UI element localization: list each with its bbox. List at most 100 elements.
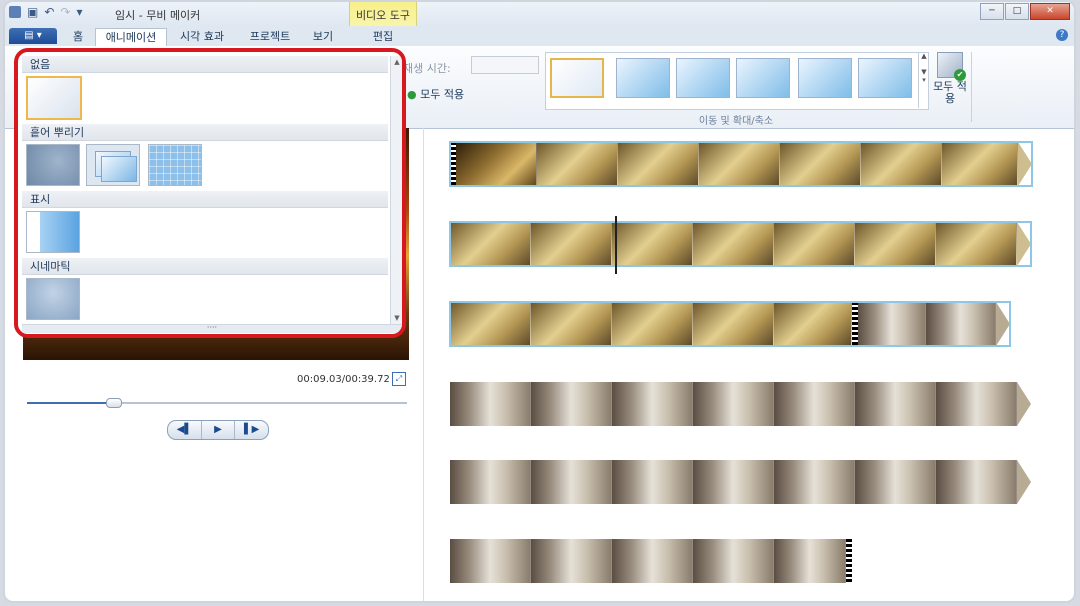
clip-frame bbox=[693, 302, 774, 346]
transition-mosaic-thumb[interactable] bbox=[148, 144, 202, 186]
clip-frame bbox=[936, 382, 1017, 426]
gallery-scroll[interactable]: ▲ ▼ ▾ bbox=[918, 52, 929, 108]
film-edge bbox=[846, 539, 852, 583]
clip-frame bbox=[537, 142, 618, 186]
section-header-scatter: 흩어 뿌리기 bbox=[22, 124, 388, 141]
clip-frame bbox=[531, 302, 612, 346]
clip-frame bbox=[774, 222, 855, 266]
transition-gallery-popup: 없음 흩어 뿌리기 표시 시네마틱 ▲ ▼ ···· bbox=[14, 48, 406, 338]
duration-combo[interactable] bbox=[471, 56, 539, 74]
group-separator bbox=[971, 52, 972, 122]
tab-project[interactable]: 프로젝트 bbox=[239, 28, 301, 46]
clip-frame bbox=[693, 460, 774, 504]
playback-time: 00:09.03/00:39.72 bbox=[297, 374, 390, 385]
ribbon-tabs: ▤ ▾ 홈 애니메이션 시각 효과 프로젝트 보기 편집 ? bbox=[5, 26, 1074, 47]
apply-all-transition-button[interactable]: ● 모두 적용 bbox=[407, 86, 464, 102]
title-bar: ▣ ↶ ↷ ▾ 임시 - 무비 메이커 비디오 도구 ─ □ ✕ bbox=[5, 2, 1074, 46]
apply-all-pan-zoom-button[interactable]: 모두 적용 bbox=[933, 52, 967, 105]
clip-frame bbox=[858, 302, 926, 346]
gallery-scrollbar[interactable]: ▲ ▼ bbox=[390, 56, 402, 324]
window-title: 임시 - 무비 메이커 bbox=[115, 9, 201, 22]
clip-frame bbox=[450, 539, 531, 583]
clip-frame bbox=[780, 142, 861, 186]
section-header-reveal: 표시 bbox=[22, 191, 388, 208]
tab-edit[interactable]: 편집 bbox=[353, 28, 413, 46]
storyboard-clip-row[interactable] bbox=[450, 539, 852, 583]
transition-stack-thumb[interactable] bbox=[86, 144, 140, 186]
clip-frame bbox=[774, 382, 855, 426]
clip-frame bbox=[450, 382, 531, 426]
clip-frame bbox=[612, 460, 693, 504]
clip-frame bbox=[693, 539, 774, 583]
tab-animations[interactable]: 애니메이션 bbox=[95, 28, 167, 47]
clip-frame bbox=[855, 222, 936, 266]
transition-cinematic-thumb[interactable] bbox=[26, 278, 80, 320]
clip-frame bbox=[612, 382, 693, 426]
previous-frame-button[interactable]: ◀▌ bbox=[168, 421, 202, 439]
file-menu-button[interactable]: ▤ ▾ bbox=[9, 28, 57, 44]
seek-bar[interactable] bbox=[27, 398, 407, 408]
clip-frame bbox=[855, 460, 936, 504]
transition-blur-thumb[interactable] bbox=[26, 144, 80, 186]
tab-view[interactable]: 보기 bbox=[303, 28, 343, 46]
qat-dropdown[interactable]: ▾ bbox=[76, 5, 82, 19]
duration-label: 재생 시간: bbox=[403, 62, 451, 75]
section-header-none: 없음 bbox=[22, 56, 388, 73]
seek-thumb[interactable] bbox=[106, 398, 123, 408]
save-icon[interactable]: ▣ bbox=[27, 5, 38, 19]
clip-frame bbox=[450, 302, 531, 346]
quick-access-toolbar: ▣ ↶ ↷ ▾ bbox=[9, 5, 83, 19]
clip-frame bbox=[936, 460, 1017, 504]
transition-none-thumb[interactable] bbox=[26, 76, 82, 120]
clip-frame bbox=[942, 142, 1018, 186]
storyboard-clip-row[interactable] bbox=[449, 301, 1011, 347]
close-button[interactable]: ✕ bbox=[1030, 3, 1070, 20]
row-continue-arrow bbox=[996, 302, 1010, 346]
tab-home[interactable]: 홈 bbox=[61, 28, 95, 46]
tab-visual-effects[interactable]: 시각 효과 bbox=[169, 28, 235, 46]
clip-frame bbox=[531, 460, 612, 504]
clip-frame bbox=[531, 539, 612, 583]
scroll-down-icon[interactable]: ▼ bbox=[391, 314, 402, 322]
pan-zoom-up-right-thumb[interactable] bbox=[798, 58, 852, 98]
pan-zoom-none-thumb[interactable] bbox=[550, 58, 604, 98]
fullscreen-icon[interactable]: ⤢ bbox=[392, 372, 406, 386]
maximize-button[interactable]: □ bbox=[1005, 3, 1029, 20]
movie-maker-window: ▣ ↶ ↷ ▾ 임시 - 무비 메이커 비디오 도구 ─ □ ✕ ▤ ▾ 홈 애… bbox=[3, 0, 1076, 603]
seek-progress bbox=[27, 402, 114, 404]
apply-all-label: 모두 적용 bbox=[420, 88, 465, 101]
help-icon[interactable]: ? bbox=[1056, 29, 1068, 41]
storyboard-clip-row[interactable] bbox=[449, 141, 1033, 187]
next-frame-button[interactable]: ▌▶ bbox=[235, 421, 268, 439]
storyboard-clip-row[interactable] bbox=[450, 460, 1031, 504]
pan-zoom-up-thumb[interactable] bbox=[676, 58, 730, 98]
section-header-cinematic: 시네마틱 bbox=[22, 258, 388, 275]
pan-zoom-up-2-thumb[interactable] bbox=[736, 58, 790, 98]
pan-zoom-group-label: 이동 및 확대/축소 bbox=[698, 116, 774, 127]
storyboard-clip-row[interactable] bbox=[450, 382, 1031, 426]
clip-frame bbox=[612, 222, 693, 266]
transition-reveal-thumb[interactable] bbox=[26, 211, 80, 253]
play-button[interactable]: ▶ bbox=[202, 421, 236, 439]
pan-zoom-gallery bbox=[545, 52, 929, 110]
row-continue-arrow bbox=[1017, 382, 1031, 426]
scroll-up-icon[interactable]: ▲ bbox=[391, 58, 402, 66]
minimize-button[interactable]: ─ bbox=[980, 3, 1004, 20]
pane-splitter[interactable] bbox=[423, 128, 424, 601]
storyboard-clip-row[interactable] bbox=[449, 221, 1032, 267]
redo-icon[interactable]: ↷ bbox=[60, 5, 70, 19]
apply-all-icon bbox=[937, 52, 966, 81]
pan-zoom-auto-thumb[interactable] bbox=[616, 58, 670, 98]
window-controls: ─ □ ✕ bbox=[980, 3, 1070, 20]
clip-frame bbox=[693, 382, 774, 426]
undo-icon[interactable]: ↶ bbox=[44, 5, 54, 19]
playhead[interactable] bbox=[615, 216, 617, 274]
clip-frame bbox=[861, 142, 942, 186]
app-icon bbox=[9, 6, 21, 18]
pan-zoom-down-thumb[interactable] bbox=[858, 58, 912, 98]
clip-frame bbox=[774, 302, 852, 346]
clip-frame bbox=[450, 222, 531, 266]
apply-all-icon: ● bbox=[407, 88, 417, 101]
resize-grip[interactable]: ···· bbox=[22, 324, 402, 333]
clip-frame bbox=[450, 460, 531, 504]
